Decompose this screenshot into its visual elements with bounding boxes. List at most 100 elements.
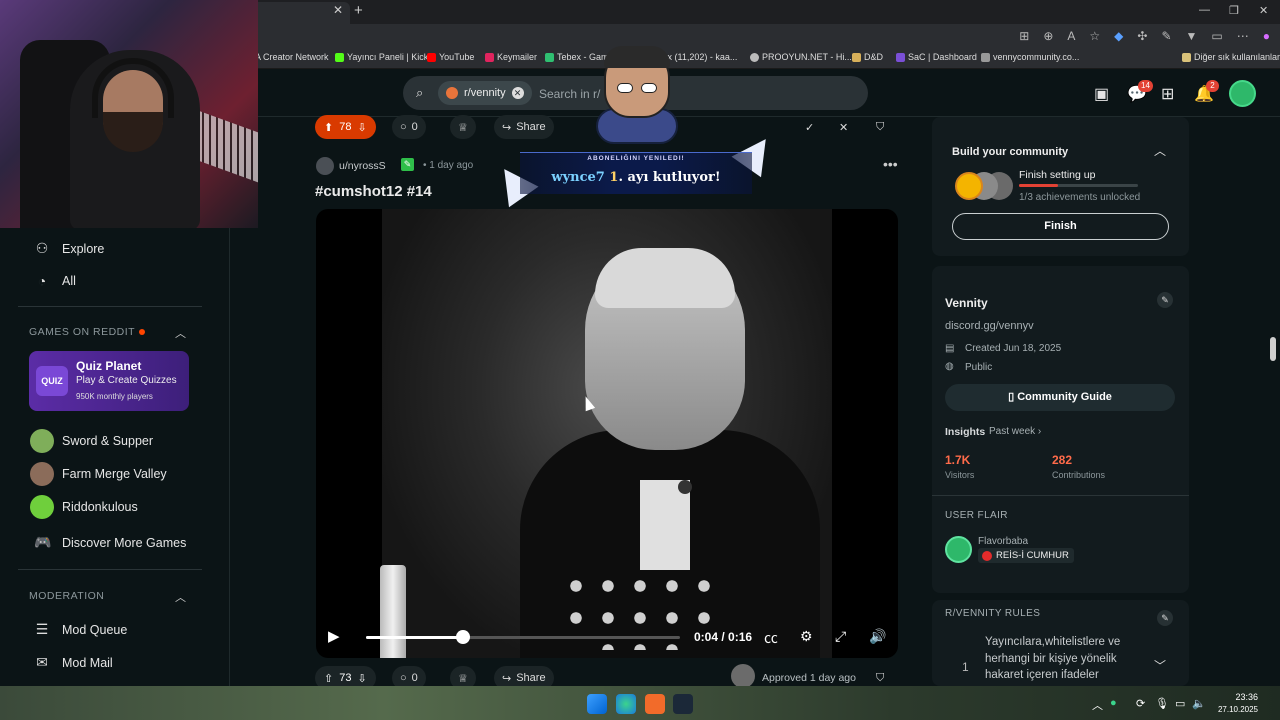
bookmark-item[interactable]: A Creator Network [255, 52, 329, 62]
restore-icon[interactable]: ❐ [1229, 4, 1239, 17]
extensions-icon[interactable]: ✣ [1137, 29, 1147, 43]
zoom-icon[interactable]: ⊕ [1043, 29, 1053, 43]
video-seek-progress [366, 636, 464, 639]
vote-count: 78 [339, 121, 352, 133]
play-icon[interactable]: ▶ [328, 627, 340, 645]
edge-copilot-icon[interactable]: ● [1263, 29, 1270, 43]
split-icon[interactable]: ▭ [1211, 29, 1222, 43]
fullscreen-icon[interactable]: ⤢ [835, 628, 846, 645]
post-title[interactable]: #cumshot12 #14 [315, 183, 432, 200]
nav-explore[interactable]: ⚇ Explore [34, 240, 105, 257]
notifications-badge: 2 [1206, 80, 1219, 92]
new-tab-icon[interactable]: + [354, 2, 363, 19]
created-date: Created Jun 18, 2025 [965, 343, 1062, 354]
favorite-star-icon[interactable]: ☆ [1089, 29, 1100, 43]
post-author[interactable]: u/nyrossS [339, 160, 386, 172]
edge-icon[interactable] [616, 694, 636, 714]
collapse-moderation-icon[interactable]: ︿ [175, 589, 186, 605]
nav-discover-games[interactable]: 🎮 Discover More Games [34, 534, 186, 551]
video-time: 0:04 / 0:16 [694, 630, 753, 644]
vpn-icon[interactable]: ▼ [1186, 29, 1198, 43]
scrollbar-thumb[interactable] [1270, 337, 1276, 361]
speaker-icon[interactable]: 🔈 [1192, 697, 1206, 710]
moderation-section-header[interactable]: MODERATION [29, 590, 104, 602]
user-avatar[interactable] [1229, 80, 1256, 107]
downvote-icon[interactable]: ⇩ [357, 672, 366, 685]
vote-count: 73 [339, 672, 352, 684]
nav-all[interactable]: ◔ All [34, 273, 76, 289]
minimize-icon[interactable]: — [1199, 4, 1210, 16]
game-riddonkulous[interactable]: Riddonkulous [62, 500, 138, 514]
bookmark-item[interactable]: YouTube [427, 52, 474, 62]
bookmark-item[interactable]: D&D [852, 52, 883, 62]
insights-period[interactable]: Past week › [989, 426, 1041, 437]
start-icon[interactable] [587, 694, 607, 714]
tab-close-icon[interactable]: ✕ [333, 3, 343, 17]
tray-app-icon[interactable]: ● [1110, 697, 1117, 709]
collapse-games-icon[interactable]: ︿ [175, 325, 186, 341]
copilot-icon[interactable]: ◆ [1114, 29, 1123, 43]
nav-mod-mail[interactable]: ✉ Mod Mail [34, 654, 113, 671]
settings-icon[interactable]: ⚙ [800, 628, 813, 645]
bookmark-item[interactable]: Keymailer [485, 52, 537, 62]
upvote-icon[interactable]: ⇧ [324, 672, 333, 685]
volume-icon[interactable]: 🔊 [869, 628, 886, 645]
mod-shield-button[interactable]: ⛉ [868, 115, 892, 139]
taskbar-date[interactable]: 27.10.2025 [1208, 705, 1258, 714]
captions-icon[interactable]: ㏄ [764, 628, 778, 648]
quiz-subtitle: Play & Create Quizzes [76, 375, 177, 386]
app-icon[interactable] [645, 694, 665, 714]
game-farm-merge-valley[interactable]: Farm Merge Valley [62, 467, 167, 481]
close-window-icon[interactable]: ✕ [1259, 4, 1268, 17]
video-bottle [380, 565, 406, 658]
finish-button[interactable]: Finish [952, 213, 1169, 240]
flair-username: Flavorbaba [978, 536, 1029, 547]
remove-button[interactable]: ✕ [831, 115, 856, 139]
subreddit-chip[interactable]: r/vennity ✕ [438, 81, 532, 105]
approve-button[interactable]: ✓ [797, 115, 822, 139]
collapse-card-icon[interactable]: ︿ [1154, 142, 1166, 159]
read-aloud-icon[interactable]: A [1067, 29, 1075, 43]
flair-avatar [945, 536, 972, 563]
game-sword-supper[interactable]: Sword & Supper [62, 434, 153, 448]
gamepad-icon: 🎮 [34, 534, 52, 550]
steam-icon[interactable] [673, 694, 693, 714]
create-post-icon[interactable]: ⊞ [1161, 84, 1174, 104]
flair-tag[interactable]: REİS-İ CUMHUR [978, 548, 1074, 563]
taskbar-time[interactable]: 23:36 [1218, 692, 1258, 702]
vote-pill: ⬆ 78 ⇩ [315, 115, 376, 139]
upvote-icon[interactable]: ⬆ [324, 121, 333, 134]
subscription-alert-message: wynce7 1. ayı kutluyor! [551, 170, 721, 185]
expand-rule-icon[interactable]: ﹀ [1154, 657, 1166, 674]
microphone-icon[interactable]: 🎙 [1155, 697, 1169, 710]
brush-icon[interactable]: ✎ [1161, 29, 1171, 43]
other-bookmarks[interactable]: Diğer sık kullanılanlar [1182, 52, 1280, 62]
downvote-icon[interactable]: ⇩ [357, 121, 366, 134]
more-icon[interactable]: ⋯ [1237, 29, 1249, 43]
post-author-avatar[interactable] [316, 157, 334, 175]
comments-button[interactable]: ○ 0 [392, 115, 426, 139]
games-section-header[interactable]: GAMES ON REDDIT [29, 326, 146, 338]
rule-number: 1 [962, 660, 969, 674]
grid-icon[interactable]: ⊞ [1019, 29, 1029, 43]
setup-subtitle: 1/3 achievements unlocked [1019, 192, 1141, 203]
tray-chevron-icon[interactable]: ︿ [1092, 697, 1103, 713]
tray-sync-icon[interactable]: ⟳ [1136, 697, 1145, 710]
edit-rules-icon[interactable]: ✎ [1157, 610, 1173, 626]
nav-mod-queue[interactable]: ☰ Mod Queue [34, 621, 128, 638]
remove-chip-icon[interactable]: ✕ [511, 87, 524, 99]
advertise-icon[interactable]: ▣ [1094, 84, 1109, 104]
bookmark-item[interactable]: PROOYUN.NET - Hi... [750, 52, 852, 62]
bookmark-item[interactable]: Yayıncı Paneli | Kick [335, 52, 428, 62]
bookmark-item[interactable]: SaC | Dashboard [896, 52, 977, 62]
visibility-status: Public [965, 362, 993, 373]
edit-community-icon[interactable]: ✎ [1157, 292, 1173, 308]
award-button[interactable]: ♕ [450, 115, 476, 139]
share-button[interactable]: ↪ Share [494, 115, 554, 139]
rule-text[interactable]: Yayıncılara,whitelistlere ve herhangi bi… [985, 634, 1145, 684]
bookmark-item[interactable]: vennycommunity.co... [981, 52, 1079, 62]
more-options-icon[interactable]: ••• [883, 156, 898, 172]
community-guide-button[interactable]: ▯ Community Guide [945, 384, 1175, 411]
network-icon[interactable]: ▭ [1175, 697, 1185, 710]
page-scrollbar[interactable] [1268, 117, 1278, 686]
